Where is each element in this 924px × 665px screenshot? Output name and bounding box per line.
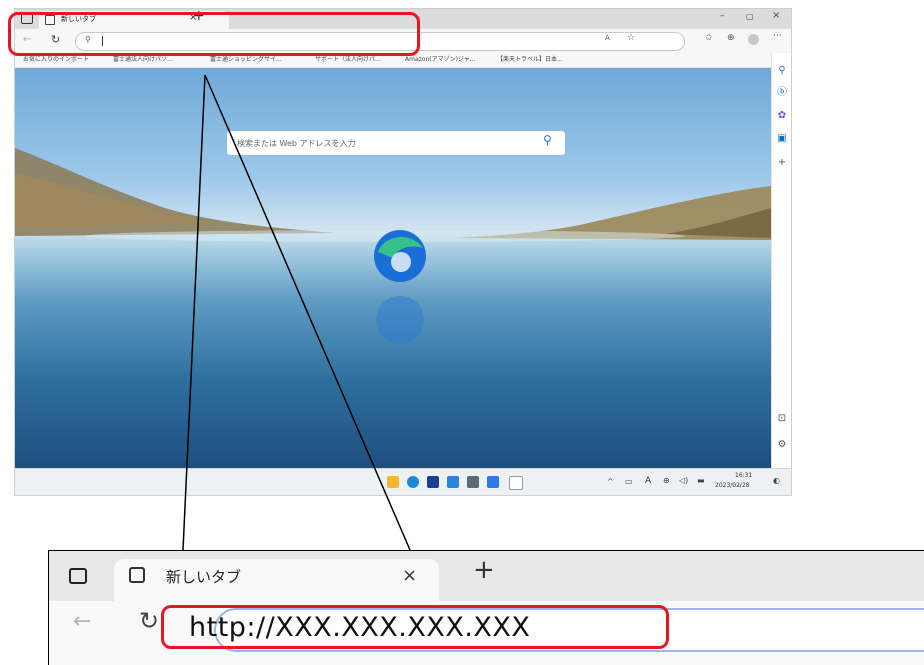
tab-title: 新しいタブ: [166, 568, 242, 586]
zoom-tab-bar: 新しいタブ × +: [49, 551, 924, 601]
notification-icon[interactable]: ◐: [773, 476, 780, 485]
zoom-toolbar: ← ↻ http://XXX.XXX.XXX.XXX: [49, 601, 924, 665]
keyboard-icon[interactable]: ▭: [625, 477, 633, 486]
favorites-icon[interactable]: ✩: [705, 33, 713, 43]
hide-sidebar-icon[interactable]: ⊡: [776, 413, 788, 425]
minimize-icon[interactable]: –: [720, 11, 725, 21]
highlight-address-bar: [8, 12, 420, 56]
clock-time[interactable]: 16:31: [735, 472, 752, 479]
close-window-icon[interactable]: ×: [772, 10, 780, 21]
add-icon[interactable]: +: [776, 157, 788, 169]
bookmark-item[interactable]: 【楽天トラベル】日本...: [497, 54, 563, 63]
search-box[interactable]: 検索または Web アドレスを入力 ⚲: [227, 131, 565, 155]
tab-actions-icon[interactable]: [69, 568, 87, 584]
search-icon[interactable]: ⚲: [543, 133, 552, 147]
new-tab-icon[interactable]: +: [473, 555, 495, 585]
volume-icon[interactable]: ◁): [679, 476, 688, 485]
search-placeholder: 検索または Web アドレスを入力: [237, 139, 356, 148]
outlook-icon[interactable]: ▣: [776, 133, 788, 145]
bing-icon[interactable]: ⓑ: [776, 87, 788, 99]
edge-icon[interactable]: [407, 476, 419, 488]
url-text[interactable]: http://XXX.XXX.XXX.XXX: [189, 612, 530, 643]
document-icon[interactable]: [509, 476, 523, 490]
tab-new[interactable]: 新しいタブ ×: [114, 559, 439, 601]
close-tab-icon[interactable]: ×: [402, 565, 417, 586]
back-icon[interactable]: ←: [73, 609, 91, 634]
taskbar: ^ ▭ A ⊕ ◁) ▬ 16:31 2023/02/28 ◐: [15, 468, 791, 495]
new-tab-page-icon: [129, 567, 145, 583]
read-aloud-icon[interactable]: A: [605, 34, 610, 42]
settings-icon[interactable]: ⚙: [776, 439, 788, 451]
app-icon[interactable]: [487, 476, 499, 488]
camera-icon[interactable]: [467, 476, 479, 488]
add-favorite-icon[interactable]: ☆: [627, 33, 635, 43]
browser-screenshot: 新しいタブ × + – ▢ × ← ↻ ⚲ A ☆ ✩ ⊕ ··· お気に入りの…: [14, 8, 792, 496]
landscape-illustration: [15, 148, 771, 344]
ime-indicator[interactable]: A: [645, 476, 651, 486]
profile-icon[interactable]: [748, 34, 759, 45]
bookmark-item[interactable]: Amazon(アマゾン)ジャ...: [405, 54, 475, 63]
store-icon[interactable]: [427, 476, 439, 488]
file-explorer-icon[interactable]: [387, 476, 399, 488]
more-menu-icon[interactable]: ···: [773, 31, 782, 41]
photos-icon[interactable]: [447, 476, 459, 488]
clock-date[interactable]: 2023/02/28: [715, 482, 750, 489]
collections-icon[interactable]: ⊕: [727, 33, 735, 43]
new-tab-background: 検索または Web アドレスを入力 ⚲: [15, 68, 771, 468]
maximize-icon[interactable]: ▢: [746, 12, 754, 21]
chevron-up-icon[interactable]: ^: [607, 477, 614, 486]
refresh-icon[interactable]: ↻: [139, 607, 159, 635]
zoomed-address-bar: 新しいタブ × + ← ↻ http://XXX.XXX.XXX.XXX: [48, 550, 924, 665]
edge-sidebar: ⚲ ⓑ ✿ ▣ + ⊡ ⚙: [771, 53, 791, 468]
tools-icon[interactable]: ✿: [776, 110, 788, 122]
search-icon[interactable]: ⚲: [776, 65, 788, 77]
battery-icon[interactable]: ▬: [697, 476, 705, 485]
network-icon[interactable]: ⊕: [663, 476, 670, 485]
